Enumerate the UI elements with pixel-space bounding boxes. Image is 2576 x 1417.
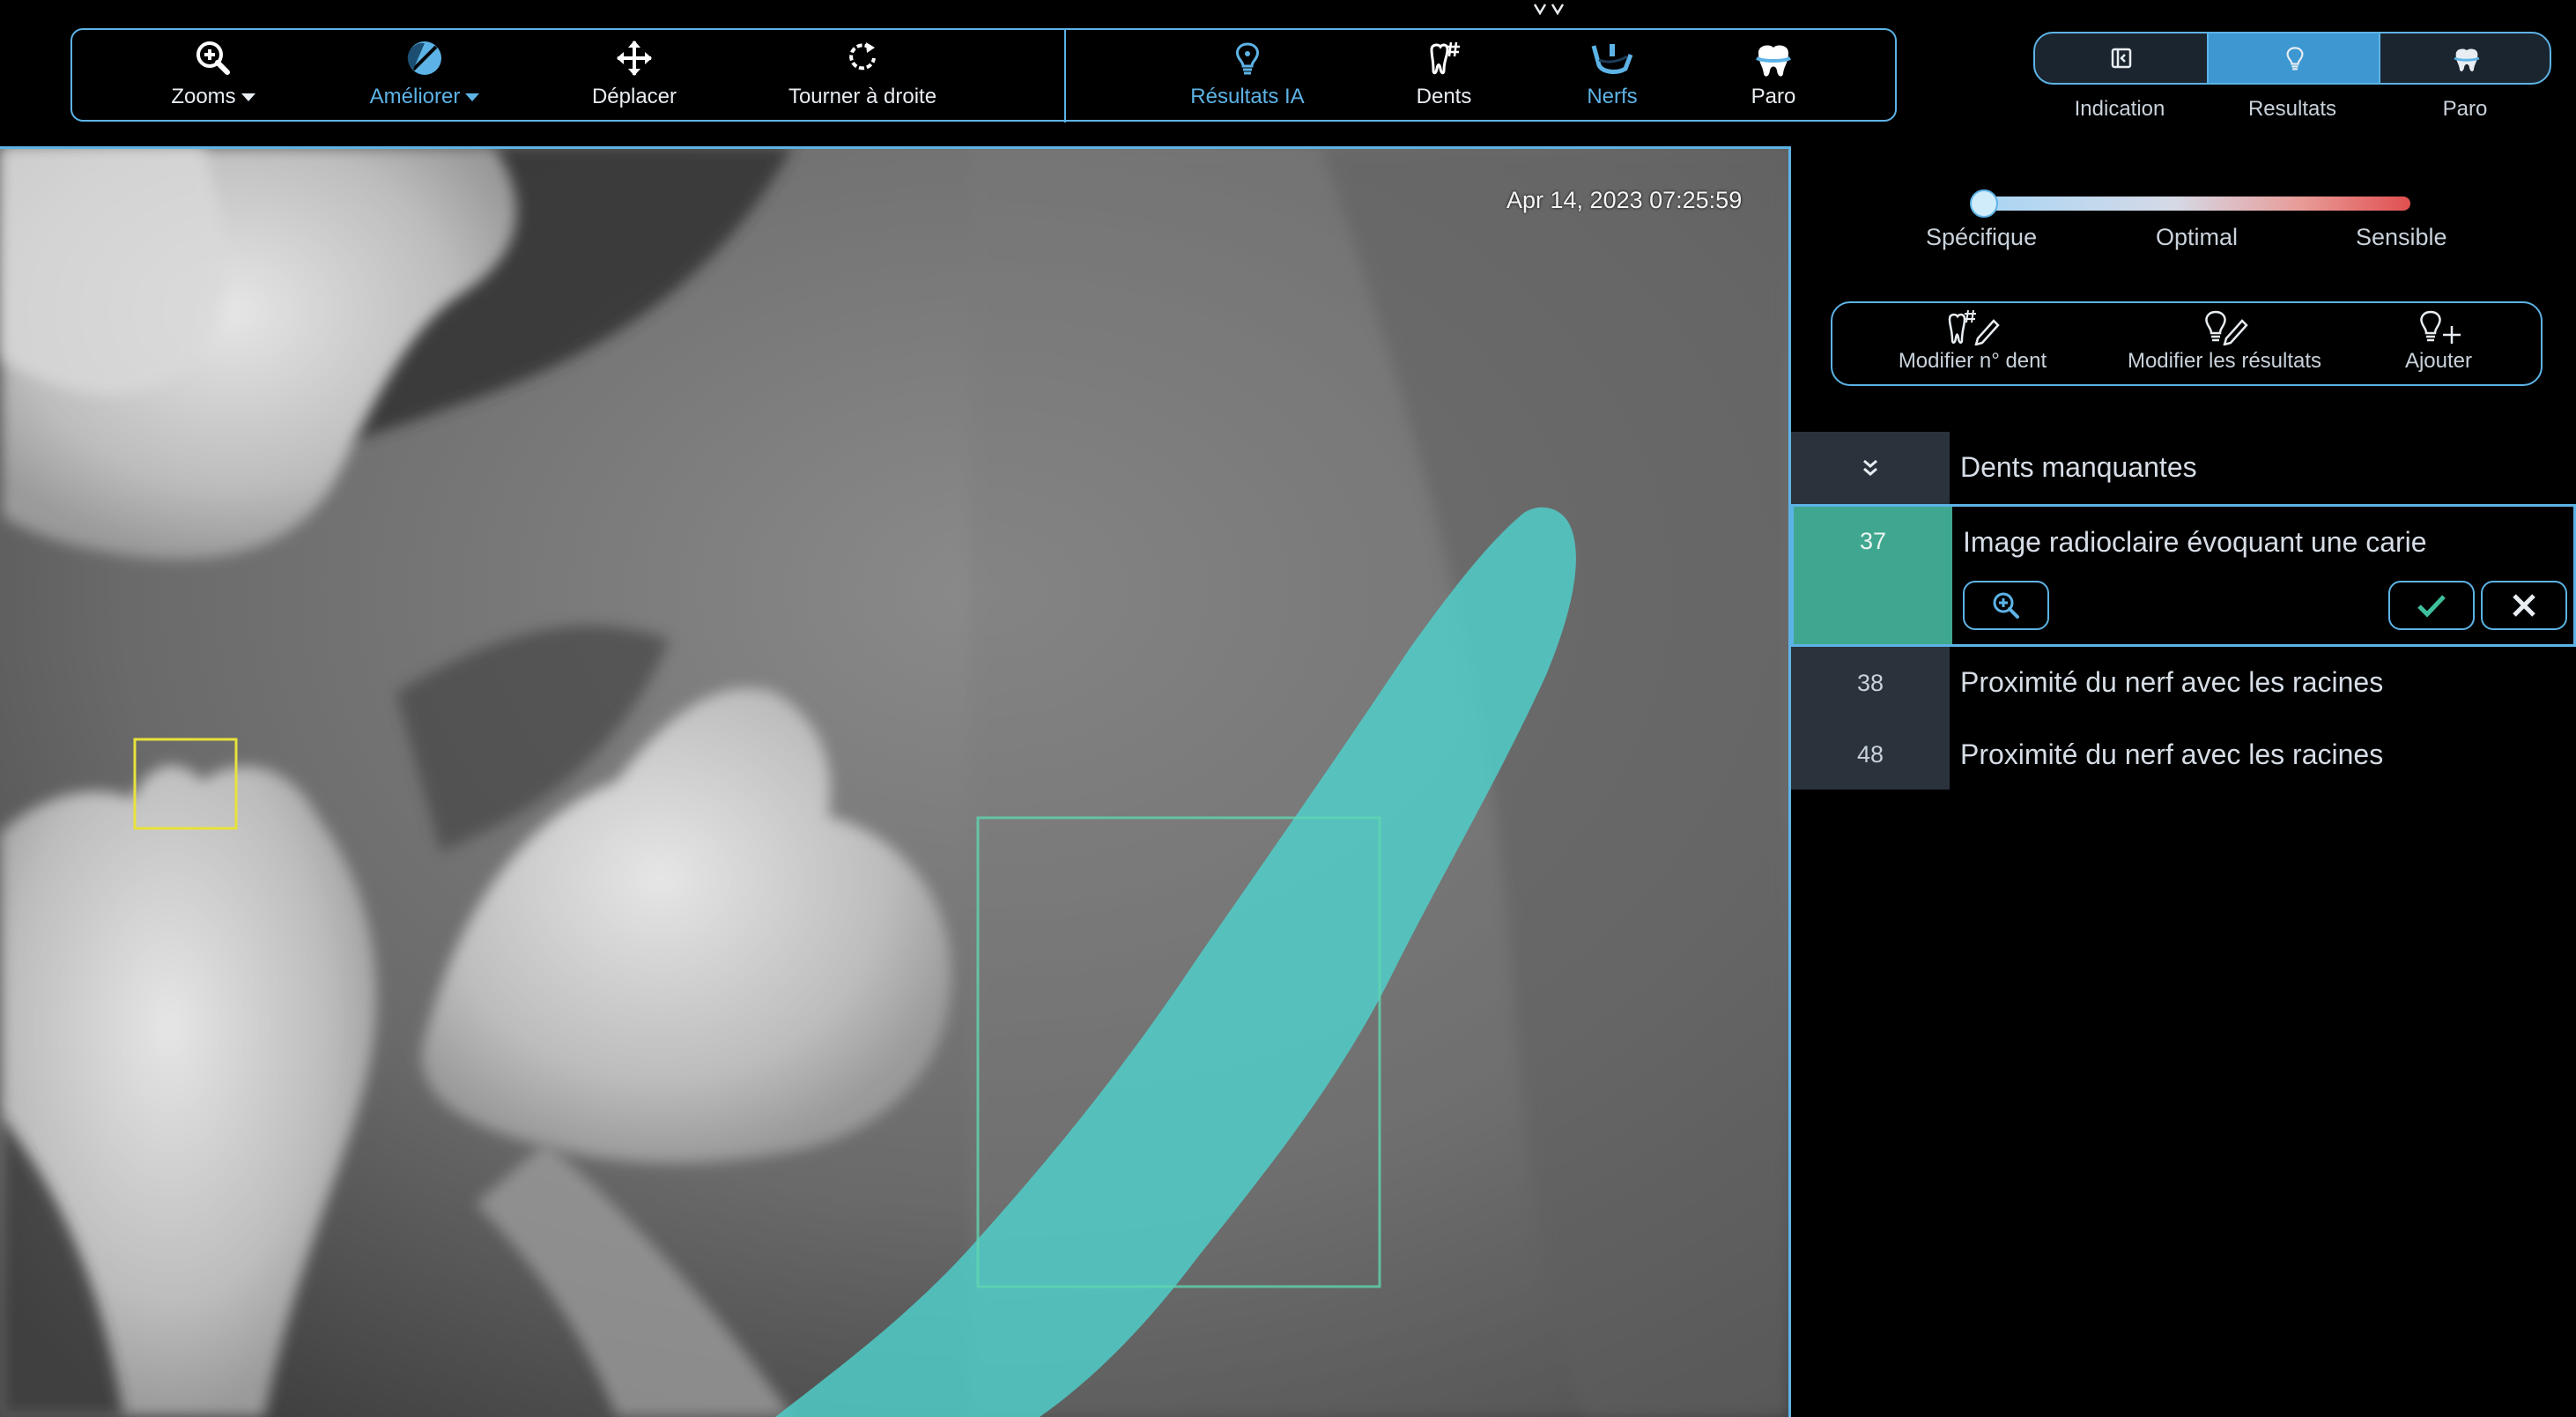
jaw-nerve-icon (1591, 44, 1633, 74)
edit-results-icon (2205, 310, 2248, 345)
zoom-tool-button[interactable]: Zooms (112, 35, 315, 115)
perio-icon (1756, 45, 1791, 77)
tooth-number-cell: 38 (1791, 647, 1950, 719)
image-timestamp: Apr 14, 2023 07:25:59 (1506, 187, 1743, 213)
enhance-label: Améliorer (369, 85, 461, 108)
move-icon (617, 41, 652, 76)
add-result-button[interactable]: Ajouter (2386, 308, 2491, 374)
perio-label: Paro (1751, 85, 1796, 108)
tooth-number-icon (1430, 41, 1460, 75)
tooth-number-cell: 37 (1794, 507, 1952, 644)
edit-results-button[interactable]: Modifier les résultats (2123, 308, 2326, 374)
ai-results-label: Résultats IA (1190, 85, 1305, 108)
sensitivity-slider-thumb[interactable] (1970, 189, 1998, 218)
add-result-label: Ajouter (2404, 349, 2473, 373)
chevron-down-icon (241, 93, 255, 102)
tool-group-divider (1064, 29, 1066, 122)
sensitivity-slider-track[interactable] (1982, 197, 2410, 211)
view-switch-indication-label: Indication (2074, 97, 2165, 121)
chevron-down-icon (465, 93, 480, 102)
zoom-label: Zooms (171, 85, 236, 108)
rotate-right-tool-button[interactable]: Tourner à droite (761, 35, 964, 115)
edit-results-label: Modifier les résultats (2127, 349, 2322, 373)
zoom-in-icon (1993, 592, 2019, 619)
view-switch-resultats-label: Resultats (2247, 97, 2337, 121)
tooth-number-cell: 48 (1791, 719, 1950, 790)
zoom-to-result-button[interactable] (1963, 581, 2049, 630)
collapse-panel-icon (2111, 48, 2131, 69)
chevron-double-down-icon (1863, 459, 1877, 476)
rotate-right-icon (849, 42, 876, 70)
view-switch-resultats[interactable] (2207, 33, 2380, 83)
ai-results-icon (2286, 47, 2303, 70)
result-row-selected[interactable]: 37 Image radioclaire évoquant une carie (1791, 504, 2576, 647)
reject-result-button[interactable] (2481, 581, 2567, 630)
edit-tooth-number-label: Modifier n° dent (1898, 349, 2047, 373)
contrast-icon (407, 41, 441, 75)
ai-results-icon (1236, 42, 1259, 75)
tooth-edit-number-icon (1948, 309, 2000, 345)
view-switch (2033, 32, 2551, 85)
result-row[interactable]: 48 Proximité du nerf avec les racines (1791, 719, 2576, 790)
result-label: Proximité du nerf avec les racines (1960, 666, 2384, 698)
missing-teeth-header[interactable]: Dents manquantes (1791, 432, 2576, 504)
sensitivity-label-sensitive: Sensible (2356, 224, 2447, 250)
edit-tooth-number-button[interactable]: Modifier n° dent (1898, 308, 2047, 374)
close-icon (2513, 594, 2535, 617)
check-icon (2417, 595, 2446, 618)
view-switch-paro[interactable] (2379, 33, 2550, 83)
move-label: Déplacer (591, 85, 677, 108)
sensitivity-label-optimal: Optimal (2156, 224, 2239, 250)
perio-icon (2454, 48, 2479, 72)
perio-tool-button[interactable]: Paro (1672, 35, 1875, 115)
add-result-icon (2420, 310, 2461, 344)
view-switch-paro-label: Paro (2442, 97, 2488, 121)
viewer-top-border (0, 146, 1790, 149)
move-tool-button[interactable]: Déplacer (533, 35, 736, 115)
sensitivity-label-specific: Spécifique (1926, 224, 2038, 250)
zoom-in-icon (196, 41, 230, 75)
accept-result-button[interactable] (2388, 581, 2475, 630)
rotate-right-label: Tourner à droite (788, 85, 937, 108)
enhance-tool-button[interactable]: Améliorer (323, 35, 526, 115)
ai-results-tool-button[interactable]: Résultats IA (1146, 35, 1349, 115)
result-label: Image radioclaire évoquant une carie (1963, 526, 2427, 558)
result-row[interactable]: 38 Proximité du nerf avec les racines (1791, 647, 2576, 719)
xray-viewer[interactable] (0, 146, 1788, 1417)
panel-handle-icon[interactable] (1533, 0, 1568, 20)
expand-toggle[interactable] (1791, 432, 1950, 504)
result-label: Proximité du nerf avec les racines (1960, 738, 2384, 770)
missing-teeth-label: Dents manquantes (1960, 451, 2197, 483)
view-switch-indication[interactable] (2035, 33, 2207, 83)
xray-image (0, 146, 1788, 1417)
